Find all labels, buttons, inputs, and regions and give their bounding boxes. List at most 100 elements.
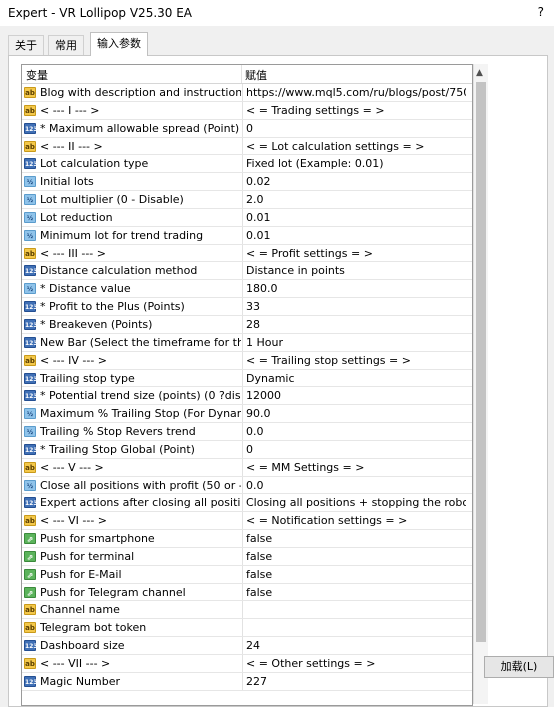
table-row[interactable]: 123 * Breakeven (Points) 28 bbox=[22, 315, 472, 334]
parameter-value-cell[interactable]: 227 bbox=[242, 672, 466, 690]
parameter-value-cell[interactable]: Closing all positions + stopping the rob… bbox=[242, 494, 466, 512]
scroll-up-icon[interactable]: ▲ bbox=[476, 68, 483, 78]
parameter-value-cell[interactable]: 0.02 bbox=[242, 173, 466, 191]
parameter-value-cell[interactable]: 2.0 bbox=[242, 191, 466, 208]
parameter-value-cell[interactable]: 33 bbox=[242, 298, 466, 315]
parameter-name-cell[interactable]: ab Channel name bbox=[22, 601, 241, 618]
parameter-value-cell[interactable]: 12000 bbox=[242, 387, 466, 405]
parameter-value-cell[interactable]: < = Trailing stop settings = > bbox=[242, 351, 466, 369]
parameter-name-cell[interactable]: 123 * Breakeven (Points) bbox=[22, 316, 241, 333]
parameter-value-cell[interactable] bbox=[242, 619, 466, 637]
parameter-value-cell[interactable]: < = Profit settings = > bbox=[242, 244, 466, 262]
parameter-name-cell[interactable]: ½ Trailing % Stop Revers trend bbox=[22, 423, 241, 440]
table-row[interactable]: 123 * Profit to the Plus (Points) 33 bbox=[22, 298, 472, 316]
table-row[interactable]: 123 Trailing stop type Dynamic bbox=[22, 369, 472, 388]
parameter-name-cell[interactable]: ½ Close all positions with profit (50 or … bbox=[22, 477, 241, 494]
parameter-name-cell[interactable]: ab < --- III --- > bbox=[22, 245, 241, 262]
parameter-value-cell[interactable]: 1 Hour bbox=[242, 333, 466, 351]
parameter-name-cell[interactable]: ab < --- VI --- > bbox=[22, 512, 241, 529]
table-row[interactable]: 123 * Potential trend size (points) (0 ?d… bbox=[22, 387, 472, 406]
parameter-value-cell[interactable]: < = MM Settings = > bbox=[242, 458, 466, 476]
parameter-value-cell[interactable]: 0.01 bbox=[242, 226, 466, 244]
parameter-name-cell[interactable]: ½ Initial lots bbox=[22, 173, 241, 190]
vertical-scrollbar[interactable]: ▲ bbox=[473, 64, 488, 704]
parameter-name-cell[interactable]: ½ Lot multiplier (0 - Disable) bbox=[22, 191, 241, 208]
parameter-value-cell[interactable]: 0.01 bbox=[242, 208, 466, 226]
parameter-value-cell[interactable]: 0.0 bbox=[242, 423, 466, 440]
table-row[interactable]: ab < --- I --- > < = Trading settings = > bbox=[22, 101, 472, 120]
table-row[interactable]: ⇗ Push for Telegram channel false bbox=[22, 583, 472, 602]
parameter-name-cell[interactable]: ⇗ Push for terminal bbox=[22, 548, 241, 565]
parameter-value-cell[interactable]: false bbox=[242, 547, 466, 565]
table-row[interactable]: 123 Dashboard size 24 bbox=[22, 637, 472, 655]
table-row[interactable]: ab < --- III --- > < = Profit settings = > bbox=[22, 244, 472, 263]
parameter-name-cell[interactable]: 123 Lot calculation type bbox=[22, 155, 241, 172]
column-header-variable[interactable]: 变量 bbox=[26, 67, 48, 83]
parameter-name-cell[interactable]: ab Blog with description and instructions bbox=[22, 84, 241, 101]
table-row[interactable]: ab Telegram bot token bbox=[22, 619, 472, 638]
parameter-value-cell[interactable]: < = Other settings = > bbox=[242, 655, 466, 672]
parameter-name-cell[interactable]: ½ Minimum lot for trend trading bbox=[22, 227, 241, 244]
parameter-name-cell[interactable]: ½ Maximum % Trailing Stop (For Dynam... bbox=[22, 405, 241, 422]
table-row[interactable]: 123 * Maximum allowable spread (Point) (.… bbox=[22, 119, 472, 138]
table-row[interactable]: ab < --- VII --- > < = Other settings = > bbox=[22, 655, 472, 673]
parameter-name-cell[interactable]: 123 * Profit to the Plus (Points) bbox=[22, 298, 241, 315]
table-row[interactable]: ½ Close all positions with profit (50 or … bbox=[22, 476, 472, 495]
column-divider[interactable] bbox=[241, 65, 242, 83]
parameter-name-cell[interactable]: 123 Trailing stop type bbox=[22, 370, 241, 387]
parameter-value-cell[interactable]: 180.0 bbox=[242, 280, 466, 298]
table-row[interactable]: 123 Distance calculation method Distance i… bbox=[22, 262, 472, 281]
parameter-value-cell[interactable]: Fixed lot (Example: 0.01) bbox=[242, 155, 466, 173]
table-row[interactable]: ½ Minimum lot for trend trading 0.01 bbox=[22, 226, 472, 245]
table-row[interactable]: ½ Lot reduction 0.01 bbox=[22, 208, 472, 227]
help-button[interactable]: ? bbox=[538, 5, 544, 19]
table-row[interactable]: ½ Initial lots 0.02 bbox=[22, 173, 472, 192]
parameter-name-cell[interactable]: 123 Magic Number bbox=[22, 673, 241, 690]
parameter-name-cell[interactable]: ab < --- IV --- > bbox=[22, 352, 241, 369]
table-row[interactable]: ⇗ Push for terminal false bbox=[22, 547, 472, 566]
parameter-value-cell[interactable]: < = Trading settings = > bbox=[242, 101, 466, 119]
parameter-name-cell[interactable]: 123 * Maximum allowable spread (Point) (.… bbox=[22, 120, 241, 137]
table-row[interactable]: ab < --- II --- > < = Lot calculation sett… bbox=[22, 137, 472, 156]
parameter-value-cell[interactable]: false bbox=[242, 565, 466, 583]
parameter-value-cell[interactable]: 24 bbox=[242, 637, 466, 654]
parameter-name-cell[interactable]: 123 * Potential trend size (points) (0 ?d… bbox=[22, 387, 241, 404]
table-row[interactable]: ab < --- VI --- > < = Notification setting… bbox=[22, 512, 472, 531]
column-header-value[interactable]: 赋值 bbox=[245, 67, 267, 83]
parameter-value-cell[interactable]: https://www.mql5.com/ru/blogs/post/750..… bbox=[242, 84, 466, 101]
table-row[interactable]: ½ Trailing % Stop Revers trend 0.0 bbox=[22, 423, 472, 441]
load-button[interactable]: 加载(L) bbox=[484, 656, 554, 678]
table-row[interactable]: 123 Lot calculation type Fixed lot (Exampl… bbox=[22, 155, 472, 174]
parameter-value-cell[interactable] bbox=[242, 601, 466, 619]
table-row[interactable]: ab Channel name bbox=[22, 601, 472, 620]
table-row[interactable]: ab < --- V --- > < = MM Settings = > bbox=[22, 458, 472, 477]
parameter-value-cell[interactable]: 0 bbox=[242, 119, 466, 137]
table-row[interactable]: ab < --- IV --- > < = Trailing stop settin… bbox=[22, 351, 472, 370]
parameter-value-cell[interactable]: false bbox=[242, 530, 466, 547]
parameter-value-cell[interactable]: Dynamic bbox=[242, 369, 466, 387]
parameter-value-cell[interactable]: 0 bbox=[242, 440, 466, 458]
parameter-name-cell[interactable]: ⇗ Push for smartphone bbox=[22, 530, 241, 547]
parameter-name-cell[interactable]: ⇗ Push for E-Mail bbox=[22, 566, 241, 583]
parameter-value-cell[interactable]: 90.0 bbox=[242, 405, 466, 423]
tab-inputs[interactable]: 输入参数 bbox=[90, 32, 148, 56]
parameter-name-cell[interactable]: 123 Dashboard size bbox=[22, 637, 241, 654]
parameter-name-cell[interactable]: 123 Distance calculation method bbox=[22, 262, 241, 279]
parameter-name-cell[interactable]: 123 Expert actions after closing all posi… bbox=[22, 494, 241, 511]
table-row[interactable]: ½ Lot multiplier (0 - Disable) 2.0 bbox=[22, 191, 472, 209]
parameter-value-cell[interactable]: 0.0 bbox=[242, 476, 466, 494]
table-row[interactable]: 123 New Bar (Select the timeframe for the… bbox=[22, 333, 472, 352]
parameter-value-cell[interactable]: Distance in points bbox=[242, 262, 466, 280]
table-row[interactable]: ab Blog with description and instructions… bbox=[22, 84, 472, 102]
parameter-value-cell[interactable]: < = Notification settings = > bbox=[242, 512, 466, 530]
parameter-value-cell[interactable]: < = Lot calculation settings = > bbox=[242, 137, 466, 155]
scroll-thumb[interactable] bbox=[476, 82, 486, 642]
table-row[interactable]: ½ * Distance value 180.0 bbox=[22, 280, 472, 299]
table-row[interactable]: 123 Expert actions after closing all posi… bbox=[22, 494, 472, 513]
table-row[interactable]: ⇗ Push for E-Mail false bbox=[22, 565, 472, 584]
table-row[interactable]: ⇗ Push for smartphone false bbox=[22, 530, 472, 548]
parameter-name-cell[interactable]: ½ * Distance value bbox=[22, 280, 241, 297]
tab-about[interactable]: 关于 bbox=[8, 35, 44, 55]
parameter-name-cell[interactable]: ab < --- II --- > bbox=[22, 138, 241, 155]
parameter-name-cell[interactable]: 123 * Trailing Stop Global (Point) bbox=[22, 441, 241, 458]
